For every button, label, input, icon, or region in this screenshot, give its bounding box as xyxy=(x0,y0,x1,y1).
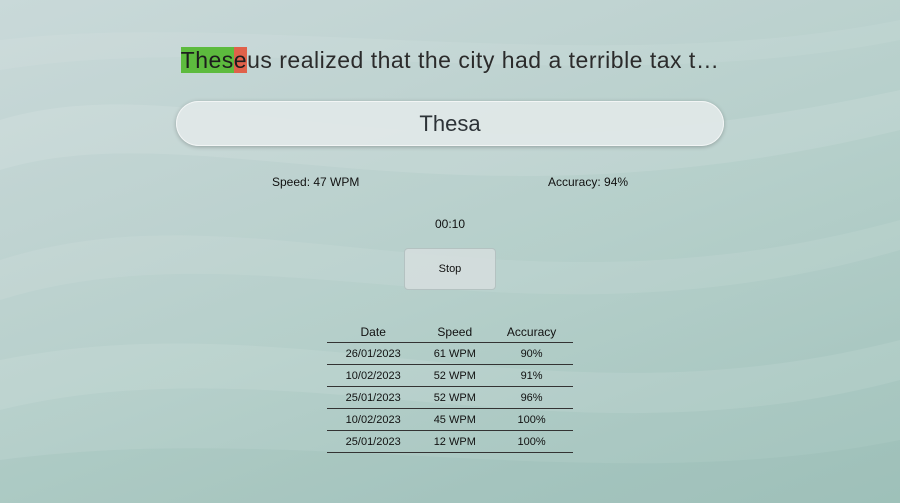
cell-date: 25/01/2023 xyxy=(327,430,420,453)
cell-date: 10/02/2023 xyxy=(327,408,420,431)
cell-speed: 52 WPM xyxy=(419,364,491,387)
table-row: 10/02/2023 45 WPM 100% xyxy=(327,408,573,431)
cell-speed: 45 WPM xyxy=(419,408,491,431)
timer: 00:10 xyxy=(434,217,466,231)
column-header-date: Date xyxy=(327,322,420,343)
typing-input-container xyxy=(176,101,724,146)
column-header-speed: Speed xyxy=(419,322,491,343)
accuracy-stat: Accuracy: 94% xyxy=(548,175,629,189)
cell-date: 10/02/2023 xyxy=(327,364,420,387)
stop-button[interactable]: Stop xyxy=(404,248,496,290)
typing-input[interactable] xyxy=(176,101,724,146)
table-row: 26/01/2023 61 WPM 90% xyxy=(327,342,573,365)
quote-error-char: e xyxy=(233,47,248,73)
cell-accuracy: 100% xyxy=(490,430,573,453)
column-header-accuracy: Accuracy xyxy=(490,322,573,343)
history-table: Date Speed Accuracy 26/01/2023 61 WPM 90… xyxy=(327,322,573,453)
cell-accuracy: 100% xyxy=(490,408,573,431)
speed-stat: Speed: 47 WPM xyxy=(272,175,360,189)
table-row: 25/01/2023 52 WPM 96% xyxy=(327,386,573,409)
cell-accuracy: 96% xyxy=(490,386,573,409)
cell-speed: 12 WPM xyxy=(419,430,491,453)
cell-accuracy: 90% xyxy=(490,342,573,365)
table-row: 10/02/2023 52 WPM 91% xyxy=(327,364,573,387)
cell-date: 25/01/2023 xyxy=(327,386,420,409)
quote-text: Theseus realized that the city had a ter… xyxy=(0,47,900,74)
history-header-row: Date Speed Accuracy xyxy=(327,322,573,343)
quote-remaining-text: us realized that the city had a terrible… xyxy=(247,47,720,73)
cell-accuracy: 91% xyxy=(490,364,573,387)
cell-speed: 61 WPM xyxy=(419,342,491,365)
table-row: 25/01/2023 12 WPM 100% xyxy=(327,430,573,453)
quote-correct-chars: Thes xyxy=(180,47,234,73)
cell-speed: 52 WPM xyxy=(419,386,491,409)
cell-date: 26/01/2023 xyxy=(327,342,420,365)
